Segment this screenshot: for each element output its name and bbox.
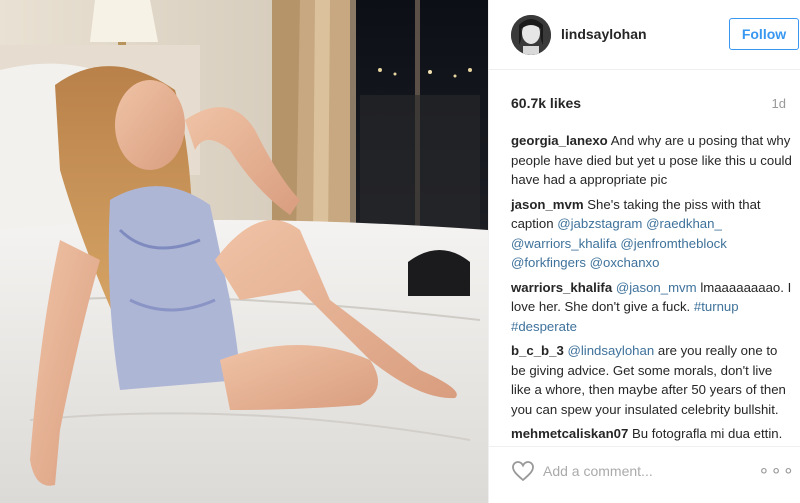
comment-username[interactable]: warriors_khalifa (511, 280, 612, 295)
follow-button[interactable]: Follow (729, 18, 799, 50)
post-photo-image (0, 0, 488, 503)
instagram-post: lindsaylohan Follow 60.7k likes 1d georg… (0, 0, 800, 503)
post-header: lindsaylohan Follow (489, 0, 800, 70)
avatar[interactable] (511, 15, 551, 55)
comment: jason_mvm She's taking the piss with tha… (511, 195, 793, 273)
comments-list: georgia_lanexo And why are u posing that… (511, 131, 793, 449)
comment-username[interactable]: jason_mvm (511, 197, 584, 212)
likes-count[interactable]: 60.7k likes (511, 95, 581, 111)
comment-bar: Add a comment... ∘∘∘ (489, 446, 800, 503)
comment: mehmetcaliskan07 Bu fotografla mi dua et… (511, 424, 793, 444)
comment: b_c_b_3 @lindsaylohan are you really one… (511, 341, 793, 419)
comment: georgia_lanexo And why are u posing that… (511, 131, 793, 190)
comment-mention[interactable]: @lindsaylohan (567, 343, 654, 358)
comment-username[interactable]: b_c_b_3 (511, 343, 564, 358)
post-sidebar: lindsaylohan Follow 60.7k likes 1d georg… (488, 0, 800, 503)
comment-mention[interactable]: @jason_mvm (616, 280, 697, 295)
comment-username[interactable]: georgia_lanexo (511, 133, 608, 148)
heart-icon[interactable] (511, 460, 535, 482)
comment-username[interactable]: mehmetcaliskan07 (511, 426, 628, 441)
comment-text: Bu fotografla mi dua ettin. (631, 426, 783, 441)
username[interactable]: lindsaylohan (561, 26, 647, 42)
avatar-image (511, 15, 551, 55)
more-options-icon[interactable]: ∘∘∘ (758, 460, 795, 481)
post-age[interactable]: 1d (772, 96, 786, 111)
post-photo[interactable] (0, 0, 488, 503)
comment: warriors_khalifa @jason_mvm lmaaaaaaaao.… (511, 278, 793, 337)
add-comment-input[interactable]: Add a comment... (543, 463, 653, 479)
